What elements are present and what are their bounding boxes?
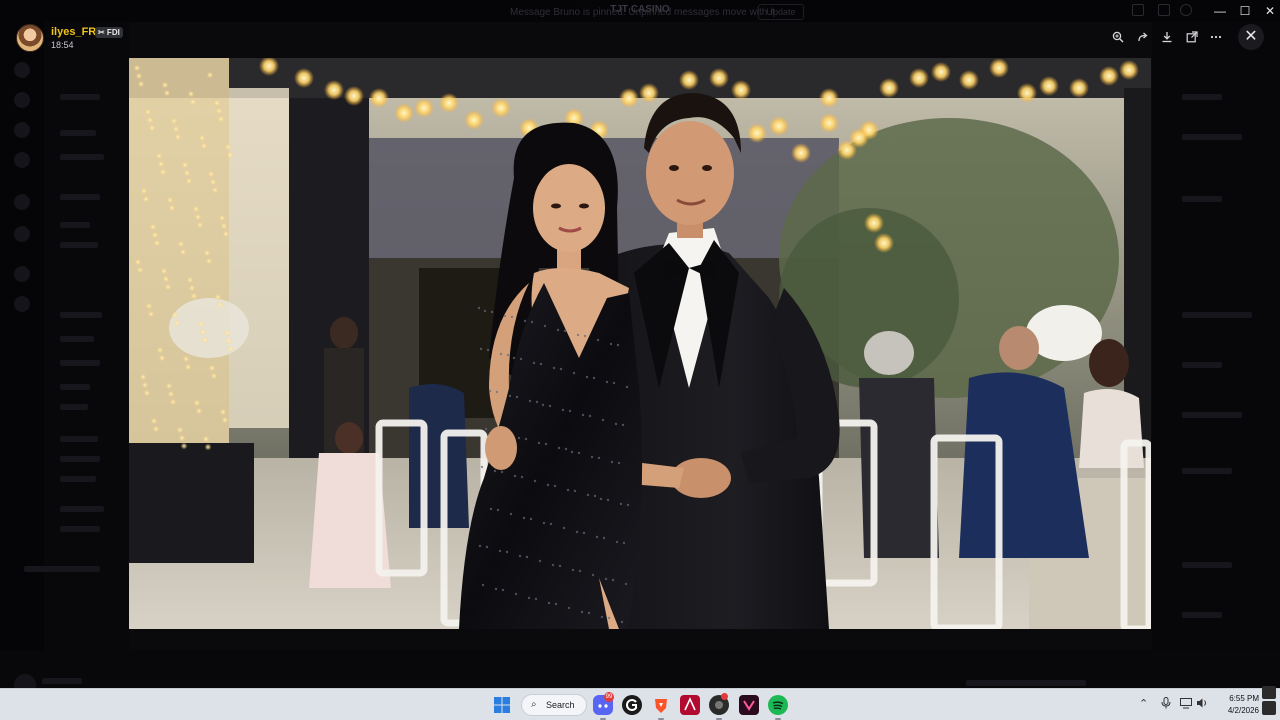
forward-icon[interactable] bbox=[1132, 26, 1154, 48]
pinned-notice-button[interactable]: Update bbox=[758, 4, 804, 20]
network-icon[interactable] bbox=[1180, 697, 1192, 712]
zoom-in-icon[interactable] bbox=[1107, 26, 1129, 48]
clock-time: 6:55 PM bbox=[1229, 694, 1259, 703]
clock-date: 4/2/2026 bbox=[1227, 706, 1259, 715]
background-channel-list bbox=[24, 22, 130, 688]
search-button[interactable]: ⌕ Search bbox=[521, 694, 587, 716]
app-notification-dot bbox=[721, 693, 728, 700]
discord-notification-badge: 99 bbox=[604, 692, 614, 702]
brave-browser-icon[interactable] bbox=[651, 695, 671, 715]
window-close-button[interactable]: ✕ bbox=[1256, 2, 1280, 20]
start-button[interactable] bbox=[492, 695, 512, 715]
username[interactable]: ilyes_FR bbox=[51, 26, 96, 38]
notification-center-icon[interactable] bbox=[1262, 701, 1276, 715]
spotify-icon[interactable] bbox=[768, 695, 788, 715]
background-server-list bbox=[0, 22, 44, 688]
taskbar: ⌕ Search 99 ⌃ 6:55 PM 4/2/2026 bbox=[0, 686, 1280, 720]
app-media-icon[interactable] bbox=[739, 695, 759, 715]
pinned-notice-text: Message Bruno is pinned. Unpinned messag… bbox=[510, 7, 776, 18]
download-status-icon[interactable] bbox=[1262, 686, 1276, 699]
download-icon[interactable] bbox=[1156, 26, 1178, 48]
window-title-bar: TJT CASINO Message Bruno is pinned. Unpi… bbox=[0, 0, 1280, 22]
volume-icon[interactable] bbox=[1196, 697, 1208, 712]
open-external-icon[interactable] bbox=[1181, 26, 1203, 48]
avatar[interactable] bbox=[16, 24, 44, 52]
more-icon[interactable] bbox=[1205, 26, 1227, 48]
background-member-list bbox=[1152, 22, 1280, 688]
close-icon[interactable]: ✕ bbox=[1238, 24, 1264, 50]
microphone-icon[interactable] bbox=[1161, 697, 1171, 712]
screen: TJT CASINO Message Bruno is pinned. Unpi… bbox=[0, 0, 1280, 720]
timestamp: 18:54 bbox=[51, 40, 74, 50]
system-clock[interactable]: 6:55 PM 4/2/2026 bbox=[1215, 693, 1259, 717]
maximize-button[interactable]: ☐ bbox=[1231, 2, 1259, 20]
search-icon: ⌕ bbox=[531, 699, 537, 710]
minimize-button[interactable]: — bbox=[1206, 2, 1234, 20]
photo-couple-at-wedding bbox=[129, 58, 1151, 629]
search-label: Search bbox=[546, 700, 575, 710]
user-tag-badge: ✂ FDI bbox=[95, 27, 123, 38]
viewer-toolbar bbox=[1107, 26, 1231, 48]
photo-illustration bbox=[129, 58, 1151, 629]
chevron-up-icon[interactable]: ⌃ bbox=[1139, 697, 1148, 710]
adobe-acrobat-icon[interactable] bbox=[680, 695, 700, 715]
app-g-icon[interactable] bbox=[622, 695, 642, 715]
